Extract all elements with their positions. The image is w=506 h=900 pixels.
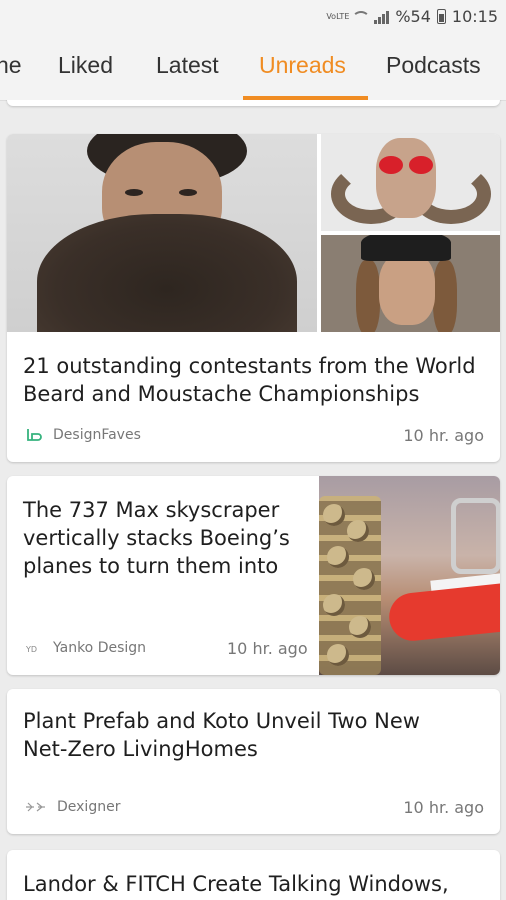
designfaves-icon <box>27 429 42 441</box>
battery-icon <box>436 9 446 24</box>
article-time: 10 hr. ago <box>227 639 308 658</box>
article-title: 21 outstanding contestants from the Worl… <box>23 354 476 406</box>
article-card-partial[interactable] <box>7 100 500 106</box>
article-title: Landor & FITCH Create Talking Windows, <box>23 872 449 896</box>
battery-percent: %54 <box>395 7 431 26</box>
article-card[interactable]: 21 outstanding contestants from the Worl… <box>7 134 500 462</box>
volte-icon: VoLTE <box>326 11 350 21</box>
svg-text:YD: YD <box>25 645 37 654</box>
article-card[interactable]: Landor & FITCH Create Talking Windows, <box>7 850 500 900</box>
signal-icon <box>374 10 390 24</box>
status-bar: VoLTE %54 10:15 <box>0 0 506 34</box>
wifi-icon <box>350 10 371 23</box>
yanko-design-icon: YD <box>25 645 37 654</box>
article-thumbnail <box>321 134 500 231</box>
article-title: Plant Prefab and Koto Unveil Two New Net… <box>23 709 420 761</box>
clock: 10:15 <box>451 7 498 26</box>
dexigner-icon <box>26 802 45 812</box>
tab-home[interactable]: ne <box>0 52 22 79</box>
article-card[interactable]: Plant Prefab and Koto Unveil Two New Net… <box>7 689 500 834</box>
article-time: 10 hr. ago <box>403 798 484 817</box>
article-source: YD Yanko Design <box>25 640 147 656</box>
article-thumbnail <box>319 476 500 675</box>
article-source: DesignFaves <box>25 427 141 443</box>
tab-podcasts[interactable]: Podcasts <box>386 52 481 79</box>
tab-latest[interactable]: Latest <box>156 52 219 79</box>
tab-bar: ne Liked Latest Unreads Podcasts <box>0 34 506 101</box>
article-source: Dexigner <box>25 799 120 815</box>
tab-unreads[interactable]: Unreads <box>259 52 346 79</box>
tab-liked[interactable]: Liked <box>58 52 113 79</box>
article-title: The 737 Max skyscraper vertically stacks… <box>23 498 290 578</box>
article-thumbnail <box>7 134 317 332</box>
article-list[interactable]: 21 outstanding contestants from the Worl… <box>0 100 506 900</box>
article-card[interactable]: The 737 Max skyscraper vertically stacks… <box>7 476 500 675</box>
article-thumbnail <box>321 235 500 332</box>
article-time: 10 hr. ago <box>403 426 484 445</box>
